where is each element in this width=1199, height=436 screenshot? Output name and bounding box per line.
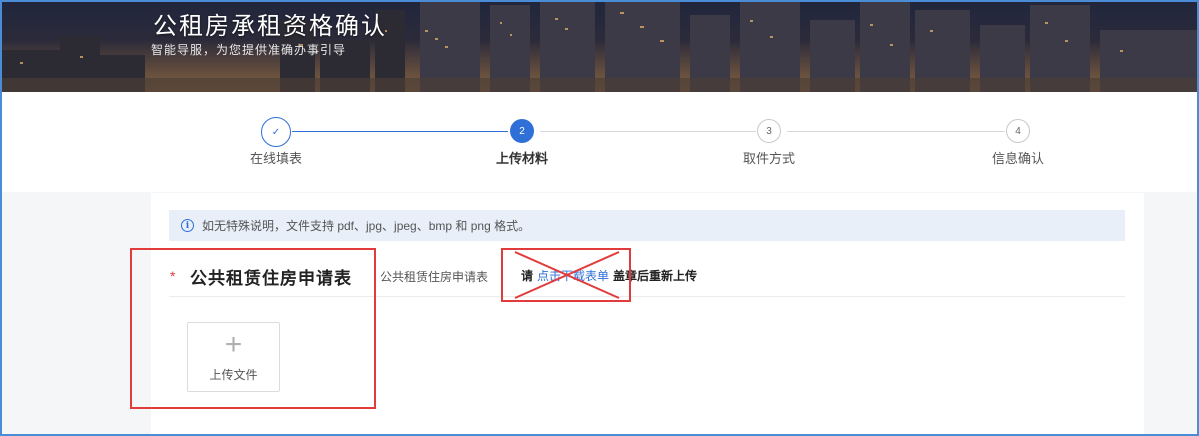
banner-subtitle: 智能导服，为您提供准确办事引导 <box>151 43 347 57</box>
header-banner: 公租房承租资格确认 智能导服，为您提供准确办事引导 <box>0 0 1199 92</box>
step-1-label: 在线填表 <box>249 151 302 166</box>
step-2-label: 上传材料 <box>495 151 548 166</box>
step-4-indicator: 4 <box>1006 119 1030 143</box>
annotation-box-upload <box>130 248 376 409</box>
step-3-label: 取件方式 <box>742 151 795 166</box>
step-4-label: 信息确认 <box>991 151 1044 166</box>
step-connector-2 <box>540 131 756 132</box>
step-connector-1 <box>292 131 508 132</box>
format-notice: i 如无特殊说明，文件支持 pdf、jpg、jpeg、bmp 和 png 格式。 <box>169 210 1125 241</box>
step-2-indicator: 2 <box>510 119 534 143</box>
annotation-cross-icon <box>514 251 620 299</box>
notice-text: 如无特殊说明，文件支持 pdf、jpg、jpeg、bmp 和 png 格式。 <box>202 219 531 233</box>
step-3-indicator: 3 <box>757 119 781 143</box>
step-1-check-icon: ✓ <box>261 117 291 147</box>
info-icon: i <box>181 219 194 232</box>
step-connector-3 <box>787 131 1005 132</box>
banner-title: 公租房承租资格确认 <box>153 12 387 40</box>
material-name: 公共租赁住房申请表 <box>380 270 489 284</box>
